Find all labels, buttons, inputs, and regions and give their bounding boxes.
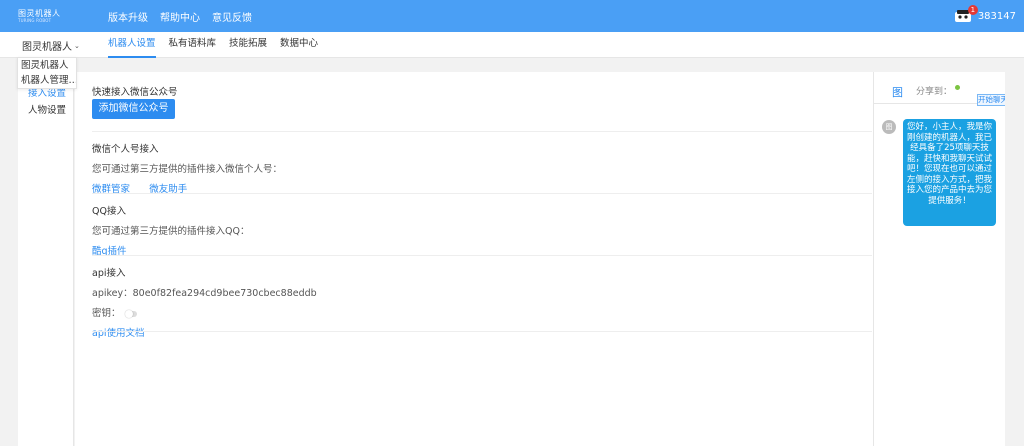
nav-feedback[interactable]: 意见反馈 [212,9,252,24]
secret-visibility-toggle[interactable] [124,309,137,318]
share-wechat-icon[interactable] [955,85,960,90]
tab-private-corpus[interactable]: 私有语料库 [169,32,217,58]
api-doc-link[interactable]: api使用文档 [92,328,145,339]
user-menu[interactable]: 1 383147 [954,0,1016,32]
tab-data-center[interactable]: 数据中心 [280,32,318,58]
divider [92,331,872,332]
nav-help-center[interactable]: 帮助中心 [160,9,200,24]
apikey-label: apikey： [92,288,133,299]
robot-selector-label: 图灵机器人 [22,42,72,53]
dropdown-item-manage[interactable]: 机器人管理… [18,73,76,88]
top-nav: 版本升级 帮助中心 意见反馈 [108,0,264,32]
start-chat-button[interactable]: 开始聊天 [977,94,1007,106]
dropdown-item-robot[interactable]: 图灵机器人 [18,58,76,73]
qq-section: QQ接入 您可通过第三方提供的插件接入QQ： 酷q插件 [92,203,872,257]
sidebar-item-persona[interactable]: 人物设置 [28,102,66,116]
divider [92,193,872,194]
chevron-down-icon: ⌄ [74,41,80,50]
qq-title: QQ接入 [92,206,126,217]
nav-upgrade[interactable]: 版本升级 [108,9,148,24]
chat-message-bubble: 您好，小主人，我是你刚创建的机器人，我已经具备了25项聊天技能，赶快和我聊天试试… [903,119,996,226]
share-label: 分享到： [916,87,953,97]
turing-logo[interactable]: 图灵机器人 TURING ROBOT [18,10,70,24]
qq-desc: 您可通过第三方提供的插件接入QQ： [92,226,250,237]
sub-bar: 图灵机器人 ⌄ 机器人设置 私有语料库 技能拓展 数据中心 [0,32,1024,58]
divider [92,131,872,132]
tab-skill-extension[interactable]: 技能拓展 [229,32,267,58]
secret-row: 密钥： [92,305,872,319]
wechat-personal-title: 微信个人号接入 [92,144,159,155]
add-wechat-official-button[interactable]: 添加微信公众号 [92,99,175,119]
right-margin [1005,72,1024,446]
user-id[interactable]: 383147 [978,11,1016,22]
main-panel: 快速接入微信公众号 添加微信公众号 微信个人号接入 您可通过第三方提供的插件接入… [75,72,873,446]
apikey-value: 80e0f82fea294cd9bee730cbec88eddb [132,288,317,299]
chat-preview-panel: 图 分享到： 开始聊天 图 您好，小主人，我是你刚创建的机器人，我已经具备了25… [873,72,1007,446]
api-section: api接入 apikey：80e0f82fea294cd9bee730cbec8… [92,265,872,339]
top-bar: 图灵机器人 TURING ROBOT 版本升级 帮助中心 意见反馈 1 3831… [0,0,1024,32]
robot-selector[interactable]: 图灵机器人 ⌄ [22,38,80,54]
apikey-row: apikey：80e0f82fea294cd9bee730cbec88eddb [92,285,872,299]
settings-tabs: 机器人设置 私有语料库 技能拓展 数据中心 [108,32,331,58]
user-avatar[interactable]: 1 [954,5,978,23]
wechat-official-title: 快速接入微信公众号 [92,87,178,98]
tab-robot-settings[interactable]: 机器人设置 [108,32,156,58]
left-sidebar: 接入设置 人物设置 [18,72,74,446]
robot-dropdown: 图灵机器人 机器人管理… [17,57,77,89]
logo-text: 图灵机器人 [18,9,61,18]
notification-badge: 1 [967,5,978,15]
secret-label: 密钥： [92,308,121,319]
turing-small-logo-icon: 图 [892,86,903,99]
chat-header: 图 分享到： 开始聊天 [874,72,1007,106]
logo-subtext: TURING ROBOT [18,18,52,23]
api-title: api接入 [92,268,126,279]
divider [92,255,872,256]
wechat-official-section: 快速接入微信公众号 [92,84,872,98]
wechat-personal-desc: 您可通过第三方提供的插件接入微信个人号： [92,164,283,175]
wechat-personal-section: 微信个人号接入 您可通过第三方提供的插件接入微信个人号： 微群管家 微友助手 [92,141,872,195]
bot-avatar: 图 [882,120,896,134]
